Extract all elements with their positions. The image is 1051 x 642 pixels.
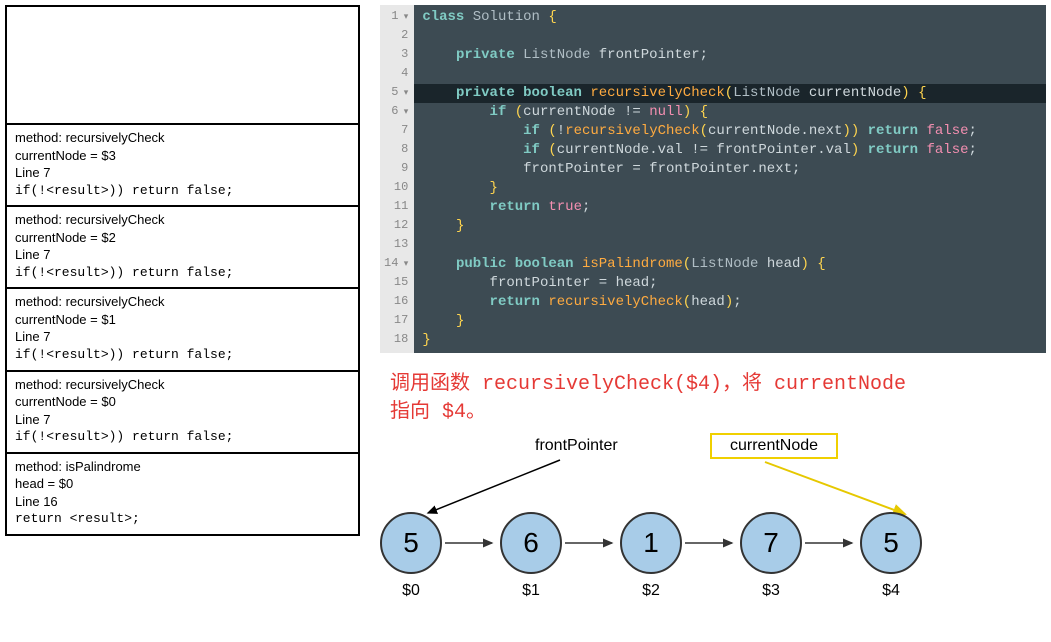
frame-code: if(!<result>)) return false; — [15, 182, 350, 200]
arrow-icon — [802, 512, 860, 574]
frame-line: Line 7 — [15, 328, 350, 346]
linked-list-diagram: frontPointer currentNode 5 6 1 7 5 — [380, 437, 1046, 637]
frame-line: Line 7 — [15, 411, 350, 429]
annotation-text: 调用函数 recursivelyCheck($4)，将 currentNode … — [390, 371, 1046, 427]
frame-code: if(!<result>)) return false; — [15, 346, 350, 364]
frame-line: Line 16 — [15, 493, 350, 511]
frame-var: currentNode = $2 — [15, 229, 350, 247]
arrow-icon — [442, 512, 500, 574]
frame-method: method: recursivelyCheck — [15, 211, 350, 229]
frame-method: method: recursivelyCheck — [15, 293, 350, 311]
stack-empty-space — [7, 7, 358, 125]
arrow-icon — [562, 512, 620, 574]
code-body: class Solution { private ListNode frontP… — [414, 5, 1046, 353]
list-node: 6 — [500, 512, 562, 574]
list-node: 7 — [740, 512, 802, 574]
frame-var: currentNode = $3 — [15, 147, 350, 165]
stack-frame: method: recursivelyCheck currentNode = $… — [7, 125, 358, 207]
stack-frame: method: isPalindrome head = $0 Line 16 r… — [7, 454, 358, 534]
node-ids: $0 $1 $2 $3 $4 — [380, 582, 922, 600]
frame-method: method: isPalindrome — [15, 458, 350, 476]
stack-frame: method: recursivelyCheck currentNode = $… — [7, 289, 358, 371]
code-editor: 1234 5678 9101112 13141516 1718 class So… — [380, 5, 1046, 353]
frame-method: method: recursivelyCheck — [15, 129, 350, 147]
arrow-icon — [682, 512, 740, 574]
stack-frame: method: recursivelyCheck currentNode = $… — [7, 372, 358, 454]
line-gutter: 1234 5678 9101112 13141516 1718 — [380, 5, 414, 353]
frame-var: head = $0 — [15, 475, 350, 493]
frame-var: currentNode = $0 — [15, 393, 350, 411]
current-node-label: currentNode — [710, 433, 838, 459]
frame-code: if(!<result>)) return false; — [15, 264, 350, 282]
list-node: 1 — [620, 512, 682, 574]
call-stack: method: recursivelyCheck currentNode = $… — [5, 5, 360, 536]
list-node: 5 — [860, 512, 922, 574]
frame-var: currentNode = $1 — [15, 311, 350, 329]
frame-line: Line 7 — [15, 164, 350, 182]
list-node: 5 — [380, 512, 442, 574]
stack-frame: method: recursivelyCheck currentNode = $… — [7, 207, 358, 289]
front-pointer-label: frontPointer — [535, 437, 618, 455]
frame-method: method: recursivelyCheck — [15, 376, 350, 394]
frame-code: if(!<result>)) return false; — [15, 428, 350, 446]
frame-line: Line 7 — [15, 246, 350, 264]
frame-code: return <result>; — [15, 510, 350, 528]
highlighted-line: private boolean recursivelyCheck(ListNod… — [414, 84, 1046, 103]
